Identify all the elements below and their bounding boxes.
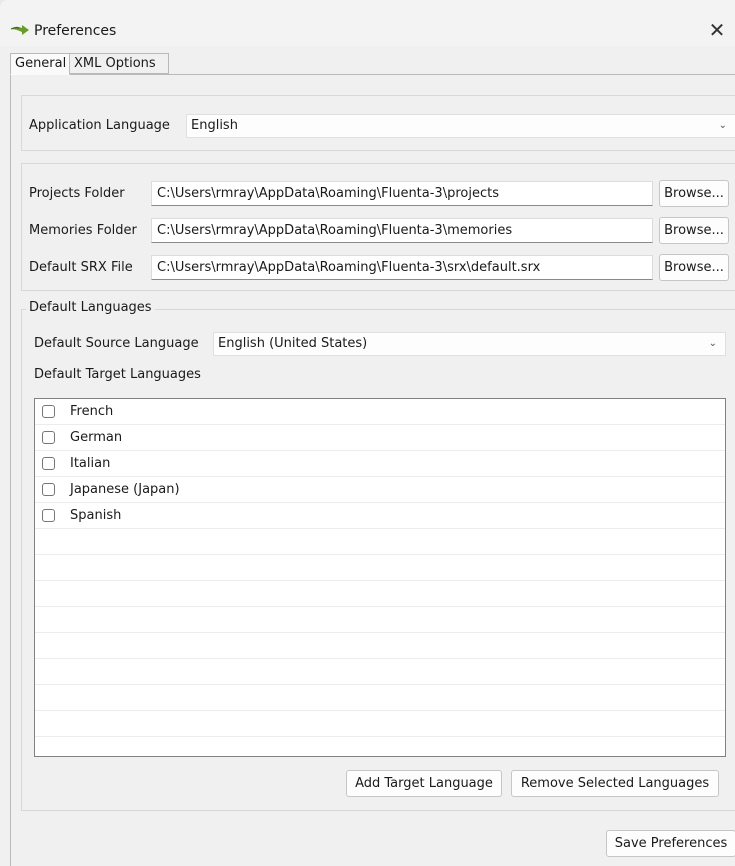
empty-row <box>35 607 725 633</box>
app-language-label: Application Language <box>29 118 170 133</box>
list-item-label: Spanish <box>70 508 122 523</box>
default-srx-field[interactable]: C:\Users\rmray\AppData\Roaming\Fluenta-3… <box>151 255 653 280</box>
remove-selected-languages-button[interactable]: Remove Selected Languages <box>511 770 719 797</box>
add-target-language-button[interactable]: Add Target Language <box>346 770 502 797</box>
chevron-down-icon: ⌄ <box>718 120 727 131</box>
checkbox[interactable] <box>42 405 55 418</box>
list-item-label: German <box>70 430 123 445</box>
memories-folder-field[interactable]: C:\Users\rmray\AppData\Roaming\Fluenta-3… <box>151 218 653 243</box>
fluenta-arrow-icon <box>10 25 29 35</box>
default-target-languages-label: Default Target Languages <box>34 367 201 382</box>
close-icon[interactable]: ✕ <box>699 14 735 46</box>
app-language-select[interactable]: English ⌄ <box>186 114 735 138</box>
checkbox[interactable] <box>42 483 55 496</box>
empty-row <box>35 633 725 659</box>
list-item[interactable]: Italian <box>35 451 725 477</box>
checkbox[interactable] <box>42 509 55 522</box>
checkbox[interactable] <box>42 431 55 444</box>
list-item-label: Italian <box>70 456 111 471</box>
general-tab-panel: Application Language English ⌄ Projects … <box>10 75 735 866</box>
memories-folder-label: Memories Folder <box>29 223 137 238</box>
empty-row <box>35 737 725 756</box>
projects-browse-button[interactable]: Browse... <box>659 180 729 207</box>
empty-row <box>35 685 725 711</box>
empty-row <box>35 659 725 685</box>
projects-folder-label: Projects Folder <box>29 186 125 201</box>
list-item[interactable]: Japanese (Japan) <box>35 477 725 503</box>
empty-row <box>35 581 725 607</box>
default-languages-legend: Default Languages <box>26 300 155 315</box>
list-item-label: French <box>70 404 114 419</box>
window-title: Preferences <box>34 23 117 39</box>
list-item[interactable]: French <box>35 399 725 425</box>
srx-browse-button[interactable]: Browse... <box>659 254 729 281</box>
list-item[interactable]: Spanish <box>35 503 725 529</box>
list-item-label: Japanese (Japan) <box>70 482 180 497</box>
chevron-down-icon: ⌄ <box>708 338 717 349</box>
empty-row <box>35 711 725 737</box>
title-bar: Preferences ✕ <box>0 0 735 46</box>
tab-xml-options[interactable]: XML Options <box>69 53 169 74</box>
default-srx-label: Default SRX File <box>29 260 133 275</box>
tab-general[interactable]: General <box>10 53 70 75</box>
save-preferences-button[interactable]: Save Preferences <box>606 830 735 857</box>
default-source-language-value: English (United States) <box>218 336 368 351</box>
default-source-language-label: Default Source Language <box>34 336 199 351</box>
empty-row <box>35 555 725 581</box>
projects-folder-field[interactable]: C:\Users\rmray\AppData\Roaming\Fluenta-3… <box>151 181 653 206</box>
preferences-window: Preferences ✕ General XML Options Applic… <box>0 0 735 866</box>
checkbox[interactable] <box>42 457 55 470</box>
default-source-language-select[interactable]: English (United States) ⌄ <box>213 332 726 356</box>
list-item[interactable]: German <box>35 425 725 451</box>
app-language-value: English <box>191 118 238 133</box>
empty-row <box>35 529 725 555</box>
target-languages-list[interactable]: French German Italian Japanese (Japan) S… <box>34 398 726 757</box>
memories-browse-button[interactable]: Browse... <box>659 217 729 244</box>
